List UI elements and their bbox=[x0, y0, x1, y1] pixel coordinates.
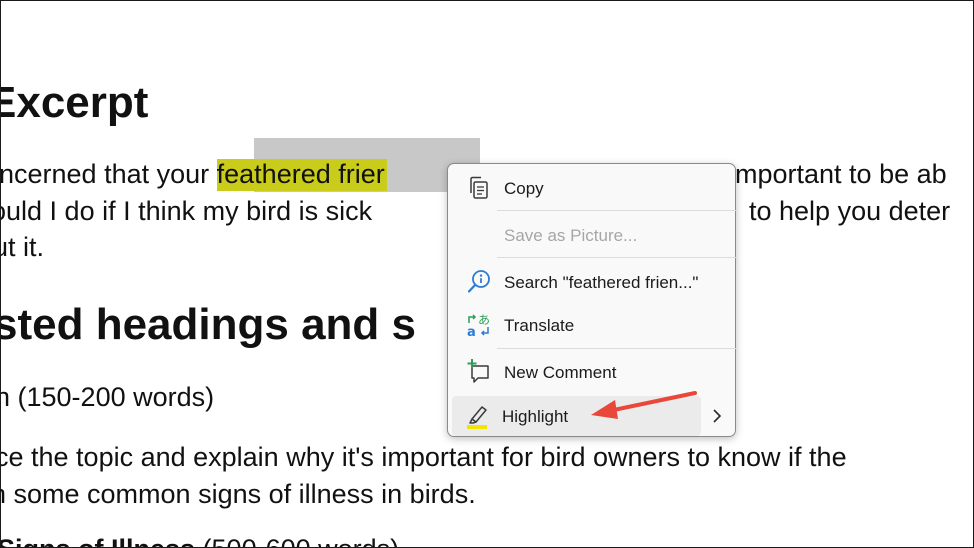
menu-item-new-comment[interactable]: New Comment bbox=[454, 352, 729, 392]
highlight-submenu-button[interactable] bbox=[703, 396, 731, 436]
svg-text:あ: あ bbox=[478, 313, 490, 327]
text-before-selection: ncerned that your bbox=[0, 159, 217, 189]
menu-separator bbox=[497, 348, 737, 349]
search-icon bbox=[466, 268, 492, 296]
heading-suggested: sted headings and s bbox=[0, 300, 416, 349]
menu-label-copy: Copy bbox=[504, 179, 544, 198]
menu-separator bbox=[497, 210, 737, 211]
app-window: Excerpt ncerned that your feathered frie… bbox=[0, 0, 974, 548]
menu-label-save-as-picture: Save as Picture... bbox=[504, 226, 638, 245]
paragraph-line-5: ce the topic and explain why it's import… bbox=[0, 442, 847, 472]
paragraph-line-1: ncerned that your feathered frier bbox=[0, 156, 387, 192]
section-title-bold: Signs of Illness bbox=[1, 534, 195, 547]
menu-item-copy[interactable]: Copy bbox=[454, 168, 729, 208]
menu-label-new-comment: New Comment bbox=[504, 363, 617, 382]
annotation-arrow-icon bbox=[587, 387, 699, 427]
section-word-count: (500-600 words) bbox=[195, 534, 400, 547]
chevron-right-icon bbox=[703, 409, 731, 440]
highlighter-icon bbox=[464, 402, 490, 430]
menu-item-translate[interactable]: a あ Translate bbox=[454, 305, 729, 345]
paragraph-line-1-end: mportant to be ab bbox=[735, 159, 947, 189]
menu-separator bbox=[497, 257, 737, 258]
menu-item-search[interactable]: Search "feathered frien..." bbox=[454, 262, 729, 302]
section-intro: n (150-200 words) bbox=[0, 382, 215, 412]
paragraph-line-2-end: to help you deter bbox=[749, 196, 951, 226]
section-signs-of-illness: Signs of Illness (500-600 words) bbox=[1, 531, 400, 547]
copy-icon bbox=[466, 174, 492, 202]
menu-item-save-as-picture[interactable]: Save as Picture... bbox=[454, 215, 729, 255]
highlighted-selection[interactable]: feathered frier bbox=[216, 159, 387, 191]
paragraph-line-3: ut it. bbox=[1, 232, 45, 262]
menu-label-search: Search "feathered frien..." bbox=[504, 273, 699, 292]
svg-text:a: a bbox=[467, 325, 476, 339]
translate-icon: a あ bbox=[466, 311, 492, 340]
paragraph-line-2: ould I do if I think my bird is sick bbox=[0, 196, 373, 226]
new-comment-icon bbox=[466, 358, 492, 386]
menu-label-highlight: Highlight bbox=[502, 407, 569, 426]
paragraph-line-6: n some common signs of illness in birds. bbox=[0, 479, 476, 509]
menu-label-translate: Translate bbox=[504, 316, 575, 335]
heading-excerpt: Excerpt bbox=[0, 78, 149, 127]
